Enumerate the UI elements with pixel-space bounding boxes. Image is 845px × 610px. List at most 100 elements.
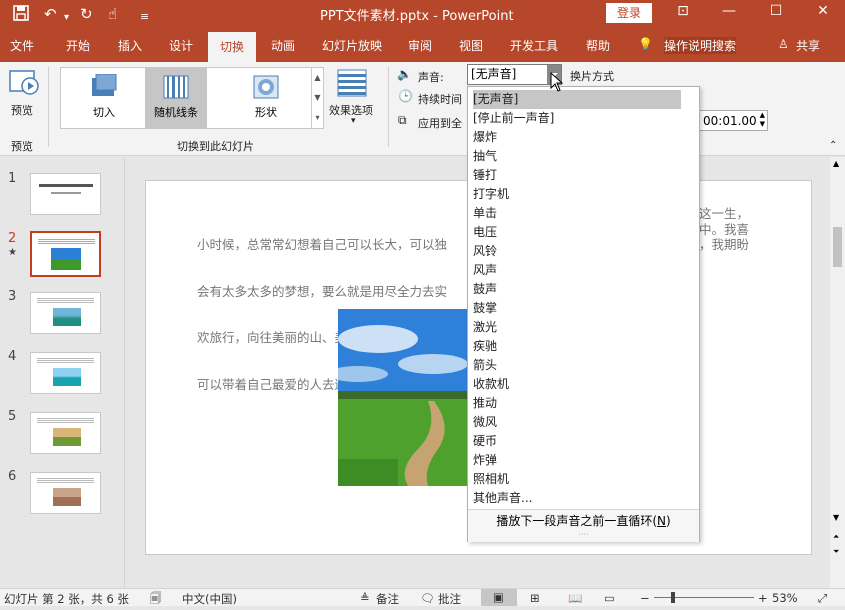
- zoom-in-icon[interactable]: +: [758, 591, 768, 605]
- minimize-icon[interactable]: —: [716, 3, 742, 19]
- slide-thumbnail-2[interactable]: [30, 231, 101, 277]
- apply-to-all-button[interactable]: 应用到全: [418, 115, 462, 131]
- sound-option[interactable]: 收款机: [473, 375, 681, 394]
- sound-option[interactable]: 风声: [473, 261, 681, 280]
- sound-option[interactable]: 打字机: [473, 185, 681, 204]
- tab-animations[interactable]: 动画: [271, 37, 295, 54]
- spellcheck-icon[interactable]: 🗐: [150, 591, 162, 610]
- clock-icon: 🕒: [398, 89, 413, 103]
- transition-cut[interactable]: 切入: [73, 68, 135, 128]
- zoom-out-icon[interactable]: −: [640, 591, 650, 605]
- sound-option[interactable]: 微风: [473, 413, 681, 432]
- sound-option[interactable]: [无声音]: [473, 90, 681, 109]
- sound-option[interactable]: 硬币: [473, 432, 681, 451]
- tab-insert[interactable]: 插入: [118, 37, 142, 54]
- preview-group-label: 预览: [11, 140, 33, 153]
- transition-cut-label: 切入: [93, 106, 115, 119]
- more-icon[interactable]: ≡: [140, 7, 149, 27]
- thumb-image: [53, 368, 81, 386]
- slideshow-icon[interactable]: ▭: [604, 591, 615, 605]
- slide-image[interactable]: [338, 309, 471, 486]
- zoom-slider[interactable]: [654, 597, 754, 598]
- slide-thumbnail-1[interactable]: [30, 173, 101, 215]
- scroll-thumb[interactable]: [833, 227, 842, 267]
- share-button[interactable]: 共享: [796, 37, 820, 54]
- slide-thumbnail-5[interactable]: [30, 412, 101, 454]
- tab-home[interactable]: 开始: [66, 37, 90, 54]
- sound-option[interactable]: 照相机: [473, 470, 681, 489]
- fit-to-window-icon[interactable]: ⤢: [818, 591, 827, 606]
- cut-transition-icon: [90, 73, 118, 100]
- transition-random-bars[interactable]: 随机线条: [145, 68, 207, 128]
- tab-view[interactable]: 视图: [459, 37, 483, 54]
- previous-slide-icon[interactable]: ⏶: [833, 532, 839, 542]
- ribbon-display-icon[interactable]: ⊡: [670, 3, 696, 19]
- redo-icon[interactable]: ↻: [80, 4, 93, 24]
- comments-button[interactable]: 批注: [438, 591, 461, 607]
- sound-option[interactable]: 锤打: [473, 166, 681, 185]
- scroll-up-icon[interactable]: ▲: [833, 159, 839, 168]
- sound-option[interactable]: 箭头: [473, 356, 681, 375]
- tab-design[interactable]: 设计: [169, 37, 193, 54]
- undo-icon[interactable]: ↶: [44, 4, 57, 24]
- effect-options-dropdown-icon[interactable]: ▾: [351, 116, 356, 126]
- tab-file[interactable]: 文件: [10, 37, 34, 54]
- loop-option-close: ): [665, 514, 671, 528]
- mouse-cursor-icon: [550, 71, 564, 92]
- slide-thumbnail-3[interactable]: [30, 292, 101, 334]
- reading-view-icon[interactable]: 📖: [568, 591, 582, 605]
- loop-until-next-sound-option[interactable]: 播放下一段声音之前一直循环(N) ····: [468, 509, 699, 542]
- notes-button[interactable]: 备注: [376, 591, 399, 607]
- time-spinner-icon[interactable]: ▲ ▼: [760, 111, 765, 129]
- login-button[interactable]: 登录: [606, 3, 652, 23]
- tab-developer[interactable]: 开发工具: [510, 37, 558, 54]
- sound-option[interactable]: 炸弹: [473, 451, 681, 470]
- sound-option[interactable]: 疾驰: [473, 337, 681, 356]
- sound-option[interactable]: 单击: [473, 204, 681, 223]
- zoom-slider-thumb[interactable]: [671, 592, 675, 603]
- thumb-text-lines: [37, 358, 94, 364]
- slide-thumbnail-4[interactable]: [30, 352, 101, 394]
- divider: [48, 67, 49, 147]
- sound-option-more[interactable]: 其他声音...: [473, 489, 681, 508]
- preview-button[interactable]: 预览: [11, 102, 33, 118]
- undo-dropdown-icon[interactable]: ▾: [64, 8, 69, 28]
- sound-option[interactable]: 推动: [473, 394, 681, 413]
- touch-icon[interactable]: ☝: [108, 4, 117, 24]
- tab-help[interactable]: 帮助: [586, 37, 610, 54]
- sound-option[interactable]: 激光: [473, 318, 681, 337]
- sound-option[interactable]: 风铃: [473, 242, 681, 261]
- next-slide-icon[interactable]: ⏷: [833, 547, 839, 557]
- close-icon[interactable]: ✕: [810, 3, 836, 19]
- collapse-ribbon-icon[interactable]: ⌃: [829, 140, 837, 151]
- sound-option[interactable]: 抽气: [473, 147, 681, 166]
- tab-review[interactable]: 审阅: [408, 37, 432, 54]
- transition-shape[interactable]: 形状: [235, 68, 297, 128]
- save-icon[interactable]: [12, 4, 30, 27]
- sound-option[interactable]: 电压: [473, 223, 681, 242]
- tab-transitions[interactable]: 切换: [208, 32, 256, 62]
- normal-view-button[interactable]: ▣: [481, 589, 517, 606]
- preview-icon[interactable]: [8, 68, 40, 98]
- sound-option[interactable]: 鼓声: [473, 280, 681, 299]
- sound-option[interactable]: [停止前一声音]: [473, 109, 681, 128]
- slide-sorter-icon[interactable]: ⊞: [530, 591, 540, 605]
- thumb-title-line: [39, 184, 93, 187]
- zoom-level[interactable]: 53%: [772, 591, 798, 605]
- time-field[interactable]: 00:01.00 ▲ ▼: [698, 110, 768, 131]
- gallery-scroll[interactable]: ▲ ▼ ▾: [311, 68, 323, 128]
- tell-me-search[interactable]: 操作说明搜索: [664, 37, 737, 54]
- effect-options-icon[interactable]: [336, 68, 368, 98]
- maximize-icon[interactable]: ☐: [763, 3, 789, 19]
- tab-slideshow[interactable]: 幻灯片放映: [322, 37, 382, 54]
- sound-select[interactable]: [无声音]: [467, 64, 562, 85]
- sound-option[interactable]: 鼓掌: [473, 299, 681, 318]
- resize-grip-icon[interactable]: ····: [468, 530, 699, 540]
- vertical-scrollbar[interactable]: ▲ ▼ ⏶ ⏷: [830, 157, 845, 588]
- language-status[interactable]: 中文(中国): [182, 591, 237, 607]
- sound-option[interactable]: 爆炸: [473, 128, 681, 147]
- scroll-down-icon[interactable]: ▼: [833, 513, 839, 522]
- slide-number: 1: [8, 171, 17, 186]
- slide-thumbnail-6[interactable]: [30, 472, 101, 514]
- slide-number: 5: [8, 409, 17, 424]
